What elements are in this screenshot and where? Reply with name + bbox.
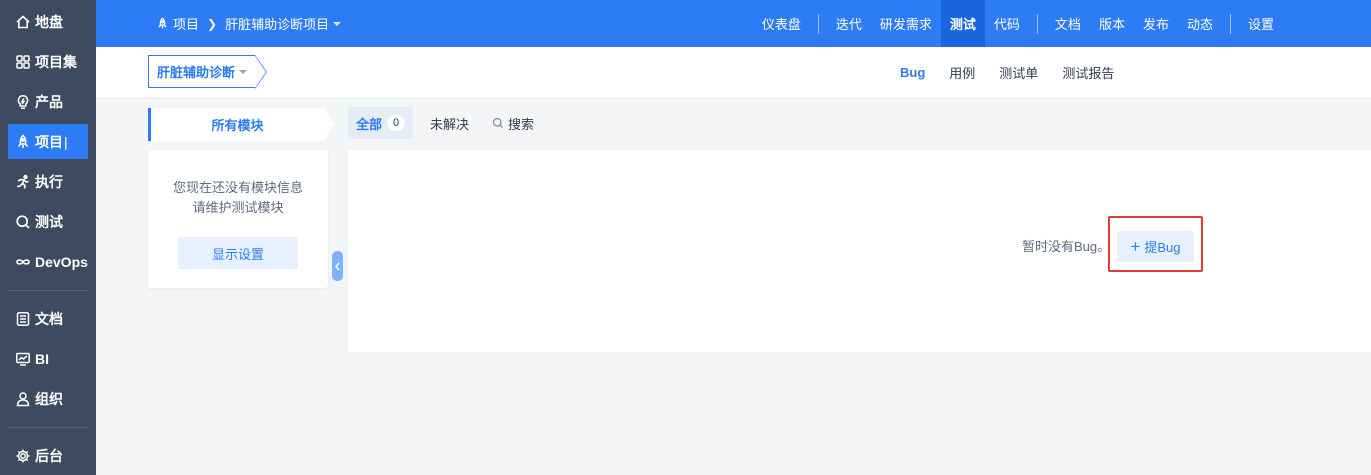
- nav-divider: [1229, 13, 1231, 34]
- search-icon: [492, 117, 503, 128]
- sidebar-item-label: 文档: [35, 310, 63, 327]
- module-tree-panel: 您现在还没有模块信息 请维护测试模块 显示设置: [148, 150, 328, 288]
- sidebar-divider: [8, 290, 88, 291]
- nav-iteration[interactable]: 迭代: [827, 0, 871, 47]
- breadcrumb-root-label: 项目: [173, 17, 200, 32]
- breadcrumb-current-label: 肝脏辅助诊断项目: [225, 17, 330, 32]
- sidebar-item-admin[interactable]: 后台: [8, 438, 88, 473]
- filter-all-label: 全部: [356, 116, 383, 132]
- add-bug-label: 提Bug: [1144, 240, 1181, 255]
- chevron-left-icon: [335, 262, 340, 270]
- sidebar-item-test[interactable]: 测试: [8, 204, 88, 239]
- sidebar-item-project[interactable]: 项目 |: [8, 124, 88, 159]
- filter-search[interactable]: 搜索: [484, 107, 542, 139]
- nav-release[interactable]: 发布: [1134, 0, 1178, 47]
- sidebar-item-label: 后台: [35, 447, 63, 464]
- sidebar-item-label: 测试: [35, 213, 63, 230]
- sidebar-item-programs[interactable]: 项目集: [8, 44, 88, 79]
- display-settings-button[interactable]: 显示设置: [178, 237, 298, 269]
- nav-divider: [1036, 13, 1038, 34]
- home-icon: [14, 13, 32, 31]
- chevron-right-icon: ❯: [207, 16, 218, 31]
- module-empty-line-2: 请维护测试模块: [192, 200, 284, 215]
- sidebar-collapse-toggle[interactable]: [332, 251, 343, 281]
- sidebar-item-label: 组织: [35, 390, 63, 407]
- nav-activity[interactable]: 动态: [1178, 0, 1222, 47]
- search-icon: [14, 213, 32, 231]
- sidebar-item-org[interactable]: 组织: [8, 381, 88, 416]
- text-cursor: |: [64, 133, 68, 150]
- tab-testreport[interactable]: 测试报告: [1062, 63, 1114, 82]
- sidebar-item-label: 项目集: [35, 53, 77, 70]
- filter-unresolved[interactable]: 未解决: [422, 107, 477, 139]
- nav-settings[interactable]: 设置: [1239, 0, 1283, 47]
- sidebar-item-label: 项目: [35, 133, 63, 150]
- tab-bug[interactable]: Bug: [900, 65, 925, 80]
- sidebar-item-product[interactable]: 产品: [8, 84, 88, 119]
- running-icon: [14, 173, 32, 191]
- nav-test[interactable]: 测试: [940, 0, 985, 47]
- sidebar-item-home[interactable]: 地盘: [8, 4, 88, 39]
- sidebar-item-label: 执行: [35, 173, 63, 190]
- user-icon: [14, 390, 32, 408]
- sidebar-item-label: DevOps: [35, 253, 88, 270]
- nav-dashboard[interactable]: 仪表盘: [753, 0, 810, 47]
- product-selector[interactable]: 肝脏辅助诊断: [148, 55, 268, 89]
- all-modules-header[interactable]: 所有模块: [148, 108, 335, 141]
- nav-build[interactable]: 版本: [1090, 0, 1134, 47]
- module-empty-message: 您现在还没有模块信息 请维护测试模块: [148, 178, 328, 218]
- nav-requirements[interactable]: 研发需求: [871, 0, 941, 47]
- sidebar-item-label: BI: [35, 350, 49, 367]
- left-sidebar: 地盘 项目集 产品 项目 | 执行 测试 DevOps 文档 BI 组织 后台: [0, 0, 96, 475]
- infinity-icon: [14, 253, 32, 271]
- module-empty-line-1: 您现在还没有模块信息: [172, 180, 303, 195]
- plus-icon: +: [1130, 237, 1141, 256]
- lightbulb-icon: [14, 93, 32, 111]
- document-icon: [14, 310, 32, 328]
- all-modules-label: 所有模块: [211, 118, 264, 133]
- main-nav: 仪表盘 迭代 研发需求 测试 代码 文档 版本 发布 动态 设置: [753, 0, 1371, 47]
- sidebar-item-docs[interactable]: 文档: [8, 301, 88, 336]
- sidebar-item-label: 产品: [35, 93, 63, 110]
- caret-down-icon: [333, 21, 342, 26]
- grid-icon: [14, 53, 32, 71]
- rocket-icon: [14, 133, 32, 151]
- bug-list-area: 暂时没有Bug。 + 提Bug: [348, 150, 1371, 352]
- monitor-icon: [14, 350, 32, 368]
- filter-all[interactable]: 全部 0: [348, 107, 414, 139]
- nav-code[interactable]: 代码: [985, 0, 1029, 47]
- tab-testtask[interactable]: 测试单: [999, 63, 1038, 82]
- breadcrumb: 项目 ❯ 肝脏辅助诊断项目: [156, 0, 342, 47]
- sidebar-item-label: 地盘: [35, 13, 63, 30]
- rocket-icon: [158, 17, 167, 29]
- nav-divider: [817, 13, 819, 34]
- empty-bug-text: 暂时没有Bug。: [1022, 239, 1111, 254]
- nav-docs[interactable]: 文档: [1046, 0, 1090, 47]
- breadcrumb-root[interactable]: 项目: [156, 14, 199, 33]
- top-header: 项目 ❯ 肝脏辅助诊断项目 仪表盘 迭代 研发需求 测试 代码 文档 版本 发布…: [96, 0, 1371, 47]
- product-selector-label: 肝脏辅助诊断: [157, 65, 236, 80]
- project-switcher[interactable]: 肝脏辅助诊断项目: [225, 14, 342, 33]
- gear-icon: [14, 447, 32, 465]
- sidebar-item-bi[interactable]: BI: [8, 341, 88, 376]
- sub-header: 肝脏辅助诊断 Bug 用例 测试单 测试报告: [96, 47, 1371, 99]
- count-badge: 0: [387, 115, 406, 131]
- sidebar-divider: [8, 427, 88, 428]
- caret-down-icon: [239, 69, 248, 74]
- tab-case[interactable]: 用例: [949, 63, 975, 82]
- test-subnav: Bug 用例 测试单 测试报告: [900, 47, 1138, 97]
- add-bug-button[interactable]: + 提Bug: [1117, 231, 1194, 262]
- bug-filter-bar: 全部 0 未解决 搜索: [348, 107, 543, 139]
- filter-search-label: 搜索: [508, 116, 535, 132]
- sidebar-item-execution[interactable]: 执行: [8, 164, 88, 199]
- sidebar-item-devops[interactable]: DevOps: [8, 244, 88, 279]
